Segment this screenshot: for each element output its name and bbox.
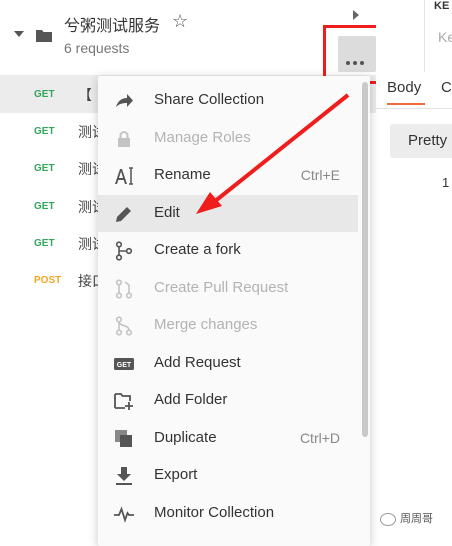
menu-item-label: Merge changes xyxy=(154,316,258,333)
menu-item-label: Add Request xyxy=(154,354,241,371)
key-input[interactable]: Ke xyxy=(438,29,452,45)
menu-item-share-collection[interactable]: Share Collection xyxy=(98,82,358,119)
active-tab-underline xyxy=(387,103,425,105)
menu-item-label: Export xyxy=(154,466,198,483)
menu-item-label: Monitor Collection xyxy=(154,504,275,521)
menu-item-rename[interactable]: Rename Ctrl+E xyxy=(98,157,358,194)
method-badge: POST xyxy=(34,275,62,286)
collection-title: 兮粥测试服务 xyxy=(64,16,161,35)
folder-icon xyxy=(36,30,52,42)
merge-icon xyxy=(115,316,133,336)
line-number: 1 xyxy=(442,175,450,190)
menu-item-export[interactable]: Export xyxy=(98,457,358,494)
method-badge: GET xyxy=(34,126,55,137)
menu-scrollbar[interactable] xyxy=(362,82,368,437)
menu-item-label: Create Pull Request xyxy=(154,279,289,296)
menu-item-shortcut: Ctrl+D xyxy=(299,430,340,446)
share-icon xyxy=(116,94,133,107)
collection-header[interactable]: 兮粥测试服务 ☆ 6 requests xyxy=(0,0,376,76)
lock-icon xyxy=(118,131,130,147)
collapse-caret-icon[interactable] xyxy=(14,31,24,37)
get-badge-text: GET xyxy=(117,362,132,369)
duplicate-icon xyxy=(115,430,132,447)
menu-item-label: Edit xyxy=(154,204,180,221)
monitor-icon xyxy=(114,506,134,523)
column-divider xyxy=(424,0,425,72)
menu-item-create-pull-request: Create Pull Request xyxy=(98,270,358,307)
star-icon[interactable]: ☆ xyxy=(172,11,188,32)
get-request-icon: GET xyxy=(114,358,134,370)
tabs-divider xyxy=(376,108,452,109)
pencil-icon xyxy=(116,207,131,222)
menu-item-label: Create a fork xyxy=(154,241,241,258)
menu-item-add-folder[interactable]: Add Folder xyxy=(98,382,358,419)
menu-item-label: Duplicate xyxy=(154,429,217,446)
pretty-label: Pretty xyxy=(408,132,448,149)
watermark: 周周哥 xyxy=(380,510,433,526)
watermark-text: 周周哥 xyxy=(400,513,433,525)
tab-cookies[interactable]: C xyxy=(441,79,452,96)
menu-item-merge-changes: Merge changes xyxy=(98,307,358,344)
menu-item-label: Share Collection xyxy=(154,91,265,108)
rename-icon xyxy=(115,167,133,185)
wechat-icon xyxy=(380,512,396,526)
fork-icon xyxy=(115,241,133,261)
menu-item-monitor-collection[interactable]: Monitor Collection xyxy=(98,495,358,532)
method-badge: GET xyxy=(34,201,55,212)
pretty-view-button[interactable]: Pretty xyxy=(390,124,452,158)
pull-request-icon xyxy=(115,279,133,299)
menu-item-label: Manage Roles xyxy=(154,129,251,146)
menu-item-label: Add Folder xyxy=(154,391,228,408)
expand-arrow-icon[interactable] xyxy=(353,10,359,20)
menu-item-duplicate[interactable]: Duplicate Ctrl+D xyxy=(98,420,358,457)
collection-request-count: 6 requests xyxy=(64,40,130,56)
key-column-header: KE xyxy=(434,0,450,12)
menu-item-manage-roles: Manage Roles xyxy=(98,120,358,157)
export-icon xyxy=(116,467,132,485)
tab-body[interactable]: Body xyxy=(387,79,421,96)
menu-item-label: Rename xyxy=(154,166,211,183)
method-badge: GET xyxy=(34,163,55,174)
menu-item-edit[interactable]: Edit xyxy=(98,195,358,232)
collection-context-menu: Share Collection Manage Roles Rename Ctr… xyxy=(98,76,370,546)
method-badge: GET xyxy=(34,238,55,249)
add-folder-icon xyxy=(114,393,133,410)
request-name: 【 xyxy=(78,88,92,104)
menu-item-shortcut: Ctrl+E xyxy=(300,167,340,183)
method-badge: GET xyxy=(34,89,55,100)
menu-item-add-request[interactable]: GET Add Request xyxy=(98,345,358,382)
menu-item-create-fork[interactable]: Create a fork xyxy=(98,232,358,269)
